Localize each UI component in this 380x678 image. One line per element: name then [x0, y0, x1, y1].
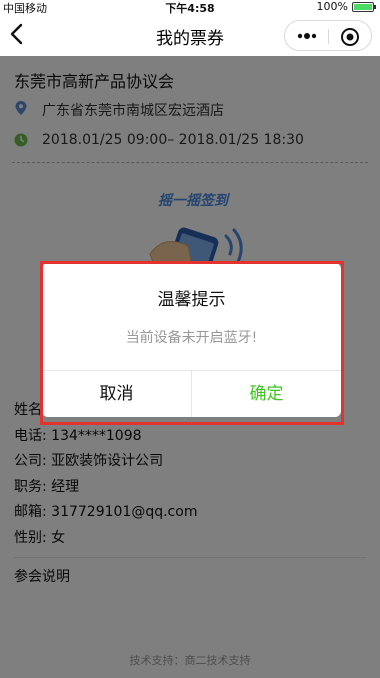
battery-percent: 100% [316, 0, 348, 13]
target-circle-icon[interactable] [340, 27, 360, 47]
bluetooth-alert-dialog: 温馨提示 当前设备未开启蓝牙! 取消 确定 [42, 263, 341, 417]
dialog-actions: 取消 确定 [42, 370, 341, 417]
capsule-divider [328, 29, 329, 44]
status-bar: 中国移动 下午4:58 100% [0, 0, 380, 15]
dialog-message: 当前设备未开启蓝牙! [125, 330, 258, 346]
cancel-button[interactable]: 取消 [42, 371, 191, 417]
dialog-title: 温馨提示 [157, 290, 226, 310]
mini-program-capsule [284, 20, 372, 51]
confirm-button[interactable]: 确定 [192, 371, 341, 417]
more-dots-icon[interactable] [296, 28, 318, 44]
nav-bar: 我的票券 [0, 14, 380, 56]
battery-icon [352, 2, 376, 12]
